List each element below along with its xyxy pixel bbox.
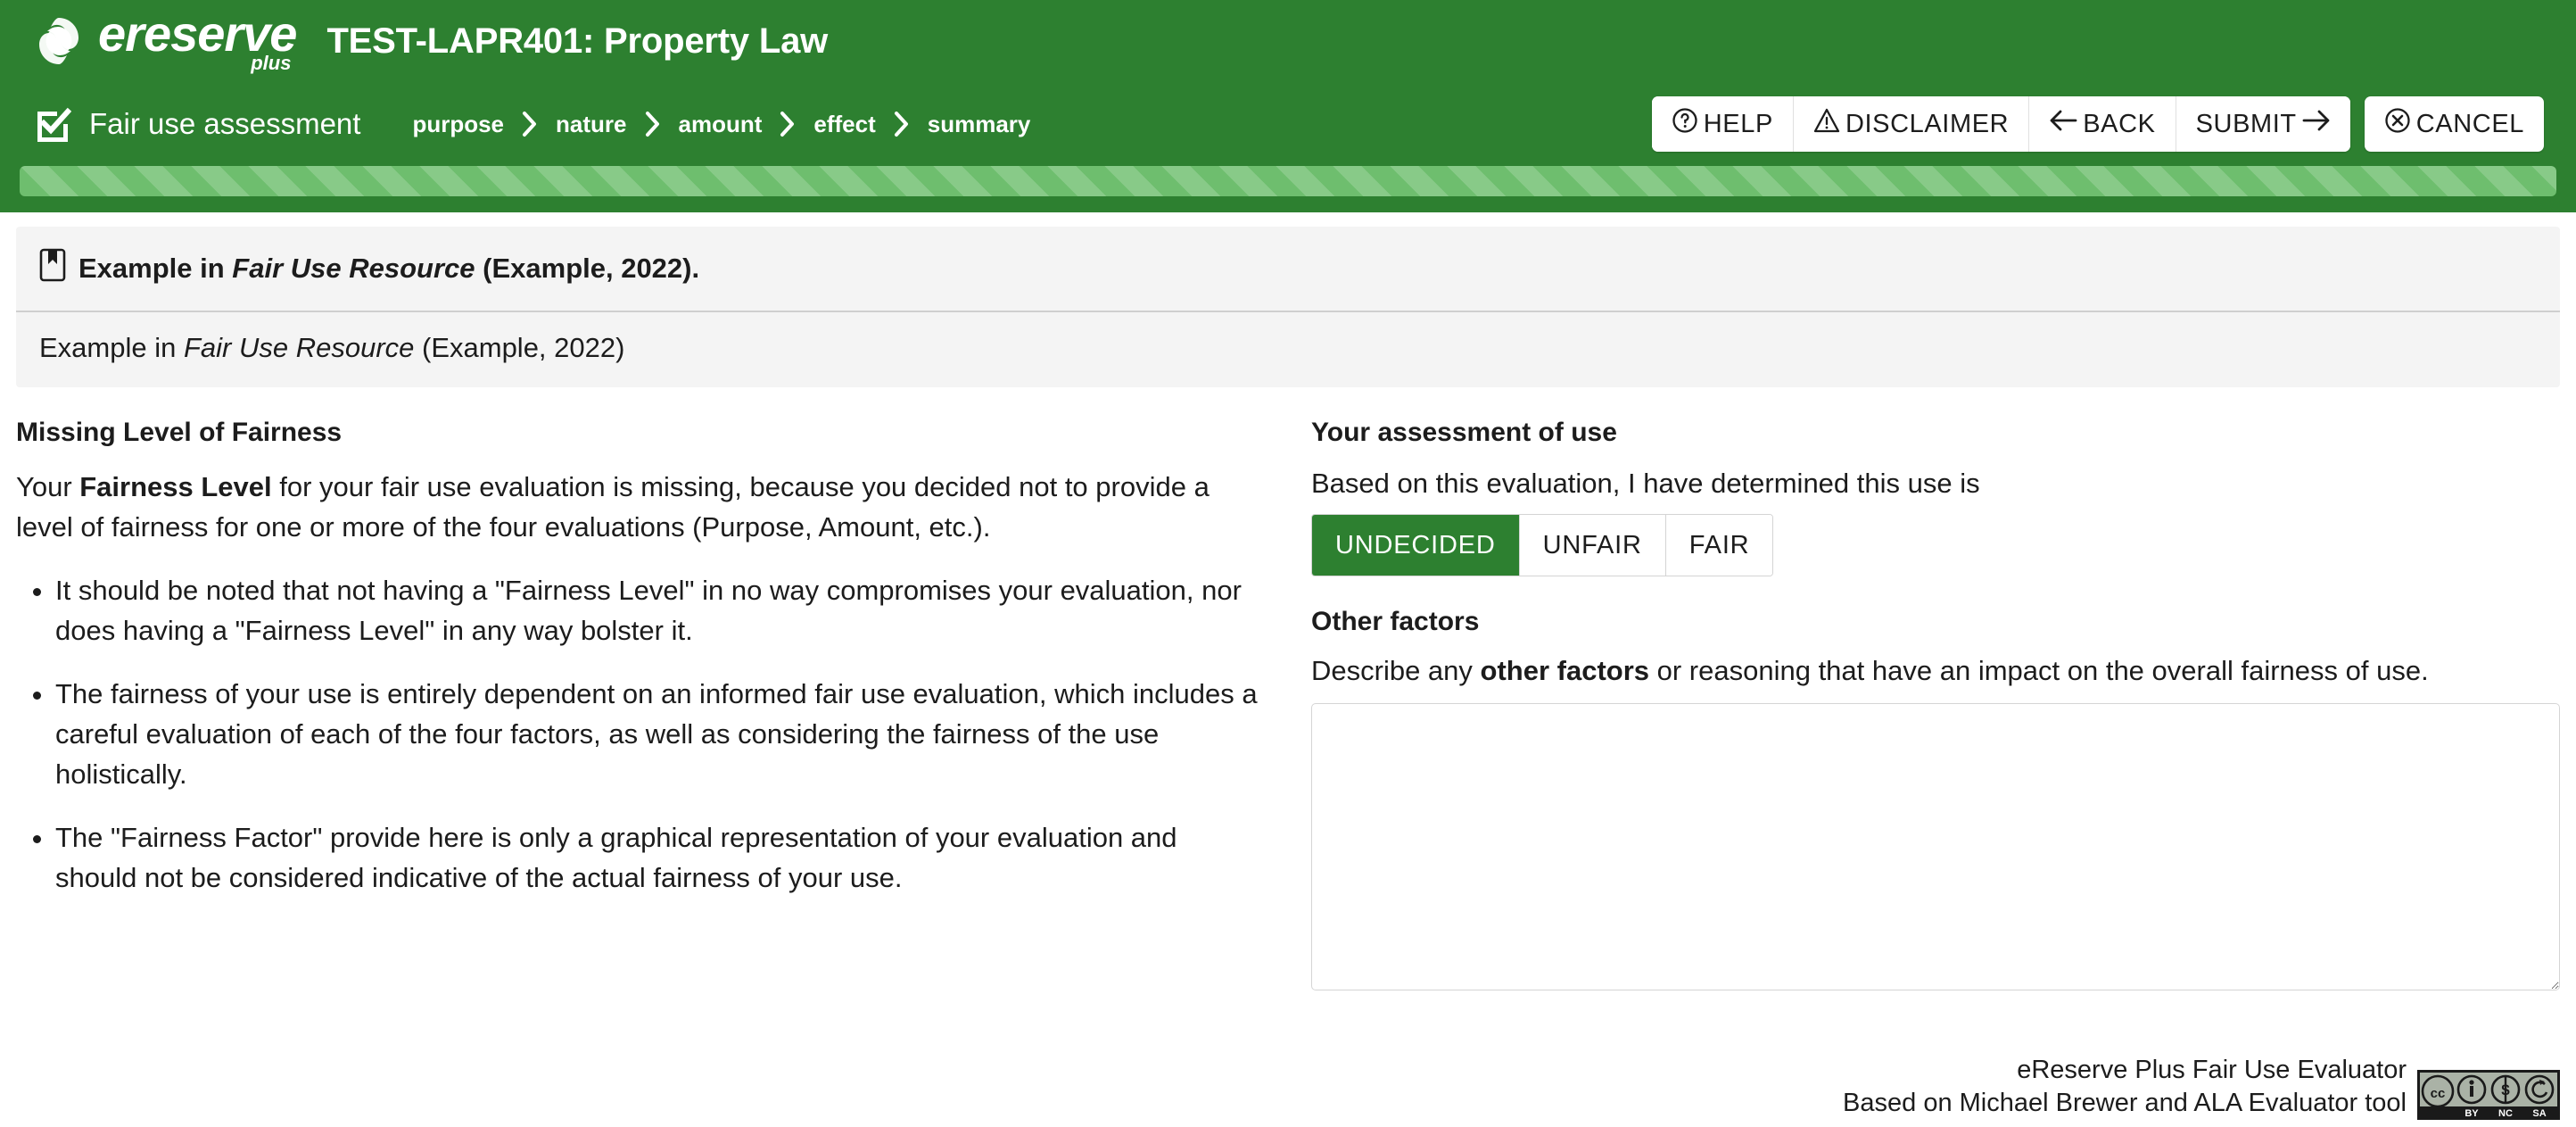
choice-fair[interactable]: FAIR (1665, 515, 1773, 576)
help-button[interactable]: HELP (1651, 96, 1794, 152)
paragraph-bold: Fairness Level (79, 471, 272, 502)
arrow-right-icon (2302, 108, 2331, 140)
cancel-button-label: CANCEL (2415, 109, 2524, 138)
list-item: It should be noted that not having a "Fa… (55, 571, 1258, 651)
chevron-right-icon (522, 111, 538, 137)
citation-title-row: Example in Fair Use Resource (Example, 2… (16, 227, 2560, 312)
breadcrumb-item-nature[interactable]: nature (554, 107, 628, 142)
fairness-explanation-column: Missing Level of Fairness Your Fairness … (16, 418, 1311, 990)
main-content: Missing Level of Fairness Your Fairness … (0, 387, 2576, 990)
other-factors-input[interactable] (1311, 703, 2560, 990)
primary-button-group: HELP DISCLAIMER BACK SUBMIT (1651, 96, 2350, 152)
other-factors-description: Describe any other factors or reasoning … (1311, 655, 2560, 687)
creative-commons-by-nc-sa-badge-icon[interactable]: cc $ BY NC SA (2417, 1070, 2560, 1120)
choice-undecided[interactable]: UNDECIDED (1312, 515, 1520, 576)
citation-title-italic: Fair Use Resource (232, 253, 475, 284)
other-desc-part2: or reasoning that have an impact on the … (1649, 655, 2429, 686)
warning-triangle-icon (1813, 107, 1840, 141)
chevron-right-icon (894, 111, 910, 137)
citation-title-suffix: (Example, 2022). (475, 253, 700, 284)
assessment-column: Your assessment of use Based on this eva… (1311, 418, 2560, 990)
ereserve-swirl-logo-icon (32, 14, 86, 68)
brand-wordmark: ereserve plus (98, 9, 297, 74)
svg-text:SA: SA (2532, 1108, 2546, 1119)
app-header: ereserve plus TEST-LAPR401: Property Law… (0, 0, 2576, 212)
assessment-heading: Your assessment of use (1311, 418, 1617, 447)
progress-bar (20, 166, 2556, 196)
choice-unfair-label: UNFAIR (1542, 530, 1642, 559)
arrow-left-icon (2049, 108, 2077, 140)
choice-undecided-label: UNDECIDED (1335, 530, 1496, 559)
citation-title-prefix: Example in (78, 253, 233, 284)
choice-fair-label: FAIR (1688, 530, 1750, 559)
header-brand-row: ereserve plus TEST-LAPR401: Property Law (0, 0, 2576, 82)
other-desc-bold: other factors (1480, 655, 1650, 686)
cancel-button[interactable]: CANCEL (2364, 96, 2544, 152)
svg-text:BY: BY (2465, 1108, 2479, 1119)
breadcrumb-item-effect[interactable]: effect (812, 107, 877, 142)
bookmark-icon (39, 248, 66, 289)
list-item: The "Fairness Factor" provide here is on… (55, 818, 1258, 899)
brand-suffix: plus (251, 52, 292, 74)
assessment-prompt: Based on this evaluation, I have determi… (1311, 468, 1980, 499)
course-title: TEST-LAPR401: Property Law (326, 21, 829, 61)
svg-text:cc: cc (2431, 1086, 2446, 1101)
checkbox-checked-icon (32, 104, 72, 144)
citation-body-prefix: Example in (39, 332, 184, 363)
other-desc-part1: Describe any (1311, 655, 1481, 686)
header-actions: HELP DISCLAIMER BACK SUBMIT CANCEL (1651, 96, 2544, 152)
fairness-choice-group: UNDECIDED UNFAIR FAIR (1311, 514, 1774, 576)
header-nav-row: Fair use assessment purpose nature amoun… (0, 82, 2576, 166)
footer-line-2: Based on Michael Brewer and ALA Evaluato… (1843, 1088, 2407, 1117)
missing-fairness-heading: Missing Level of Fairness (16, 418, 343, 447)
breadcrumb-item-purpose[interactable]: purpose (410, 107, 506, 142)
citation-title: Example in Fair Use Resource (Example, 2… (78, 253, 699, 285)
fairness-notes-list: It should be noted that not having a "Fa… (16, 571, 1258, 899)
disclaimer-button[interactable]: DISCLAIMER (1793, 96, 2030, 152)
breadcrumb-item-amount[interactable]: amount (677, 107, 764, 142)
paragraph-part1: Your (16, 471, 80, 502)
choice-unfair[interactable]: UNFAIR (1519, 515, 1666, 576)
chevron-right-icon (645, 111, 661, 137)
breadcrumb: purpose nature amount effect summary (410, 107, 1032, 142)
footer: eReserve Plus Fair Use Evaluator Based o… (1843, 1054, 2560, 1120)
breadcrumb-item-summary[interactable]: summary (926, 107, 1033, 142)
footer-line-1: eReserve Plus Fair Use Evaluator (2017, 1055, 2407, 1084)
footer-credit: eReserve Plus Fair Use Evaluator Based o… (1843, 1054, 2407, 1120)
progress-bar-container (0, 166, 2576, 212)
chevron-right-icon (780, 111, 796, 137)
citation-card: Example in Fair Use Resource (Example, 2… (16, 227, 2560, 387)
citation-body-suffix: (Example, 2022) (414, 332, 625, 363)
svg-text:NC: NC (2498, 1108, 2513, 1119)
back-button[interactable]: BACK (2029, 96, 2176, 152)
list-item: The fairness of your use is entirely dep… (55, 675, 1258, 795)
other-factors-heading: Other factors (1311, 607, 1480, 636)
missing-fairness-paragraph: Your Fairness Level for your fair use ev… (16, 468, 1258, 548)
assessment-title: Fair use assessment (89, 107, 361, 140)
submit-button-label: SUBMIT (2195, 109, 2297, 138)
close-circle-icon (2384, 107, 2411, 141)
back-button-label: BACK (2083, 109, 2156, 138)
citation-detail: Example in Fair Use Resource (Example, 2… (16, 312, 2560, 387)
citation-body-italic: Fair Use Resource (183, 332, 415, 363)
disclaimer-button-label: DISCLAIMER (1845, 109, 2010, 138)
question-circle-icon (1672, 107, 1698, 141)
help-button-label: HELP (1703, 109, 1773, 138)
submit-button[interactable]: SUBMIT (2176, 96, 2350, 152)
